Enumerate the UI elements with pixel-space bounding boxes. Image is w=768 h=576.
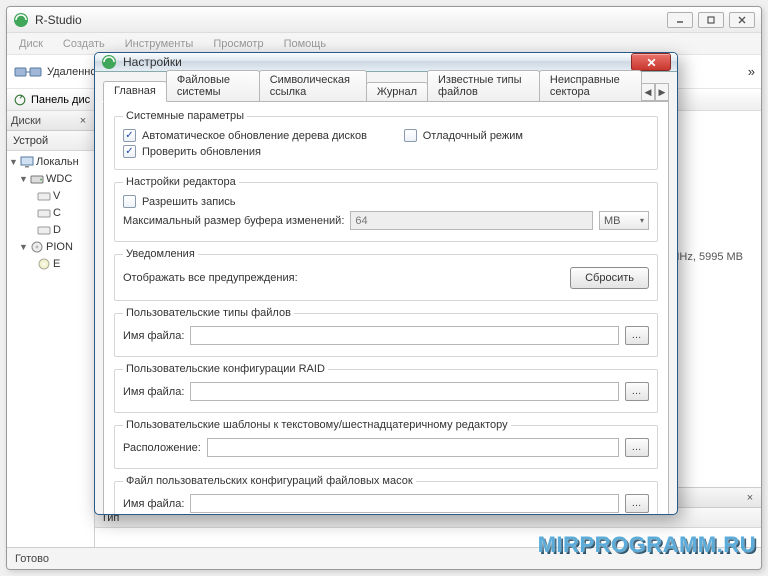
combo-buffer-unit[interactable]: MB▾ <box>599 211 649 230</box>
toolbar-expand-icon[interactable]: » <box>748 64 755 79</box>
disc-icon <box>37 257 51 271</box>
checkbox-check-updates[interactable] <box>123 145 136 158</box>
group-editor-settings: Настройки редактора Разрешить запись Мак… <box>114 176 658 242</box>
tab-main[interactable]: Главная <box>103 81 167 102</box>
volume-icon <box>37 189 51 203</box>
browse-file-masks-button[interactable]: … <box>625 494 649 513</box>
group-hex-templates: Пользовательские шаблоны к текстовому/ше… <box>114 419 658 469</box>
settings-dialog: Настройки Главная Файловые системы Симво… <box>94 52 678 515</box>
tree-node-local-computer[interactable]: ▼Локальн <box>7 153 94 170</box>
tab-known-filetypes[interactable]: Известные типы файлов <box>427 70 540 101</box>
volume-icon <box>37 206 51 220</box>
input-hex-templates-path[interactable] <box>207 438 619 457</box>
app-icon <box>13 12 29 28</box>
statusbar: Готово <box>7 547 761 569</box>
panel-disks-label: Панель дис <box>31 94 90 106</box>
tree-node-hdd[interactable]: ▼WDC <box>7 170 94 187</box>
computer-icon <box>20 155 34 169</box>
checkbox-auto-update-tree[interactable] <box>123 129 136 142</box>
panel-close-icon[interactable]: × <box>76 114 90 128</box>
tab-scroll-right[interactable]: ▶ <box>655 83 669 101</box>
browse-user-filetypes-button[interactable]: … <box>625 326 649 345</box>
panel-disks-button[interactable]: Панель дис <box>7 93 96 107</box>
tab-filesystems[interactable]: Файловые системы <box>166 70 260 101</box>
tree-node-volume[interactable]: D <box>7 221 94 238</box>
tabstrip: Главная Файловые системы Символическая с… <box>103 78 669 101</box>
menu-disk[interactable]: Диск <box>11 36 51 52</box>
label-show-all-warnings: Отображать все предупреждения: <box>123 272 298 284</box>
optical-drive-icon <box>30 240 44 254</box>
disks-panel-header: Диски × <box>7 111 94 131</box>
checkbox-debug-mode[interactable] <box>404 129 417 142</box>
app-icon <box>101 54 117 70</box>
menu-tools[interactable]: Инструменты <box>117 36 202 52</box>
label-allow-write: Разрешить запись <box>142 196 236 208</box>
tab-content-main: Системные параметры Автоматическое обнов… <box>103 101 669 515</box>
input-max-buffer[interactable] <box>350 211 593 230</box>
group-notifications: Уведомления Отображать все предупреждени… <box>114 248 658 301</box>
checkbox-allow-write[interactable] <box>123 195 136 208</box>
tab-symlink[interactable]: Символическая ссылка <box>259 70 367 101</box>
tree-node-volume[interactable]: C <box>7 204 94 221</box>
maximize-button[interactable] <box>698 12 724 28</box>
hdd-icon <box>30 172 44 186</box>
menu-view[interactable]: Просмотр <box>205 36 271 52</box>
disks-col-device[interactable]: Устрой <box>7 131 94 151</box>
label-debug-mode: Отладочный режим <box>423 130 523 142</box>
tree-node-volume[interactable]: V <box>7 187 94 204</box>
disks-panel: Диски × Устрой ▼Локальн ▼WDC V C D ▼PION… <box>7 111 95 547</box>
label-check-updates: Проверить обновления <box>142 146 261 158</box>
label-location: Расположение: <box>123 442 201 454</box>
menu-create[interactable]: Создать <box>55 36 113 52</box>
remote-connect-button[interactable] <box>13 61 45 83</box>
input-user-raid-path[interactable] <box>190 382 619 401</box>
tab-log[interactable]: Журнал <box>366 82 428 101</box>
label-filename: Имя файла: <box>123 386 184 398</box>
dialog-title: Настройки <box>123 55 631 69</box>
input-user-filetypes-path[interactable] <box>190 326 619 345</box>
tab-bad-sectors[interactable]: Неисправные сектора <box>539 70 642 101</box>
label-filename: Имя файла: <box>123 498 184 510</box>
panel-close-icon[interactable]: × <box>743 491 757 505</box>
app-title: R-Studio <box>35 13 667 27</box>
label-auto-update-tree: Автоматическое обновление дерева дисков <box>142 130 367 142</box>
titlebar: R-Studio <box>7 7 761 33</box>
refresh-icon <box>13 93 27 107</box>
volume-icon <box>37 223 51 237</box>
label-filename: Имя файла: <box>123 330 184 342</box>
minimize-button[interactable] <box>667 12 693 28</box>
tree-node-optical[interactable]: ▼PION <box>7 238 94 255</box>
device-tree: ▼Локальн ▼WDC V C D ▼PION E <box>7 151 94 547</box>
group-user-raid: Пользовательские конфигурации RAID Имя ф… <box>114 363 658 413</box>
browse-user-raid-button[interactable]: … <box>625 382 649 401</box>
label-max-buffer: Максимальный размер буфера изменений: <box>123 215 344 227</box>
reset-warnings-button[interactable]: Сбросить <box>570 267 649 289</box>
dialog-close-button[interactable] <box>631 53 671 71</box>
close-button[interactable] <box>729 12 755 28</box>
input-file-masks-path[interactable] <box>190 494 619 513</box>
tree-node-disc[interactable]: E <box>7 255 94 272</box>
menu-help[interactable]: Помощь <box>276 36 335 52</box>
group-system-params: Системные параметры Автоматическое обнов… <box>114 110 658 170</box>
browse-hex-templates-button[interactable]: … <box>625 438 649 457</box>
tab-scroll-left[interactable]: ◀ <box>641 83 655 101</box>
group-file-masks: Файл пользовательских конфигураций файло… <box>114 475 658 515</box>
group-user-filetypes: Пользовательские типы файлов Имя файла: … <box>114 307 658 357</box>
